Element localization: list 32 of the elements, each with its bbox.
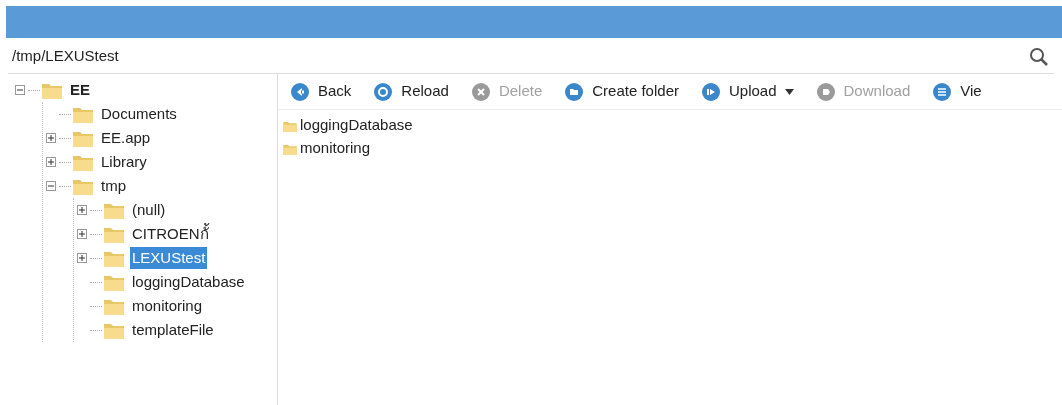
tree-item[interactable]: LEXUStest — [130, 246, 208, 270]
toolbar-button[interactable]: Upload — [701, 80, 794, 103]
expand-toggle[interactable] — [77, 205, 87, 215]
tree-item[interactable]: monitoring — [130, 294, 205, 318]
upload-icon — [701, 81, 721, 102]
file-item[interactable]: loggingDatabase — [300, 114, 413, 137]
reload-icon — [373, 81, 394, 102]
tree-item[interactable]: EE.app — [99, 126, 153, 150]
download-icon — [815, 81, 836, 102]
file-item[interactable]: monitoring — [300, 137, 371, 160]
tree-item[interactable]: Documents — [99, 102, 179, 126]
tree-item[interactable]: CITROENกั้ — [130, 222, 211, 246]
tree-item[interactable]: templateFile — [130, 318, 216, 342]
expand-toggle[interactable] — [77, 253, 87, 263]
collapse-toggle[interactable] — [46, 181, 56, 191]
tree-item[interactable]: Library — [99, 150, 149, 174]
tree-item[interactable]: tmp — [99, 174, 128, 198]
expand-toggle[interactable] — [46, 133, 56, 143]
tree-item[interactable]: EE — [68, 78, 92, 102]
toolbar-button[interactable]: Create folder — [564, 80, 679, 103]
expand-toggle[interactable] — [46, 157, 56, 167]
expand-toggle[interactable] — [77, 229, 87, 239]
tree-item[interactable]: loggingDatabase — [130, 270, 247, 294]
toolbar-button[interactable]: Back — [290, 80, 352, 103]
search-icon[interactable] — [1028, 45, 1050, 68]
toolbar-button[interactable]: Reload — [373, 80, 449, 103]
folder-plus-icon — [564, 81, 585, 102]
list-icon — [932, 81, 953, 102]
tree-item[interactable]: (null) — [130, 198, 168, 222]
toolbar-button[interactable]: Vie — [932, 80, 982, 103]
close-icon — [470, 81, 491, 102]
collapse-toggle[interactable] — [15, 85, 25, 95]
